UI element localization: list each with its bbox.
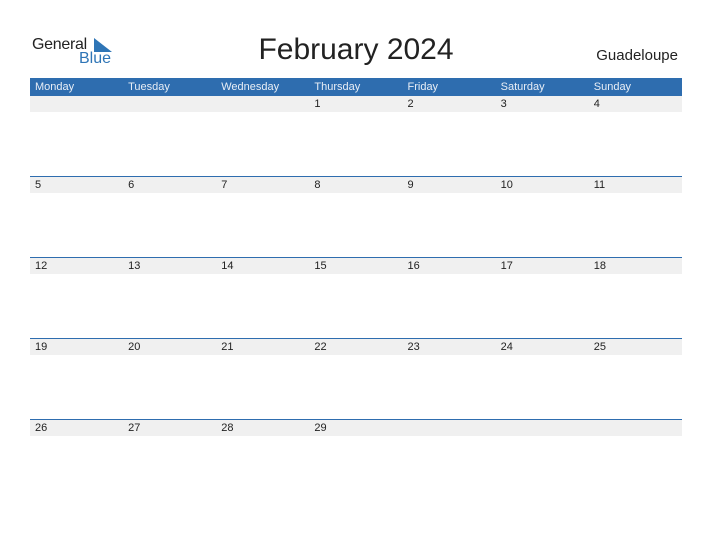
day-cell: 12 xyxy=(35,260,48,272)
day-cell: 14 xyxy=(221,260,234,272)
day-cell: 5 xyxy=(35,179,42,191)
day-cell: 15 xyxy=(314,260,327,272)
day-cell: 9 xyxy=(407,179,414,191)
day-cell: 10 xyxy=(500,179,513,191)
day-cell: 17 xyxy=(500,260,513,272)
date-strip: 12 13 14 15 16 17 18 xyxy=(30,258,682,274)
day-cell: 26 xyxy=(35,422,48,434)
day-cell: 3 xyxy=(500,98,507,110)
day-cell: 20 xyxy=(128,341,141,353)
weekday-sunday: Sunday xyxy=(593,81,632,93)
date-strip: 19 20 21 22 23 24 25 xyxy=(30,339,682,355)
day-cell xyxy=(589,420,682,436)
day-cell: 8 xyxy=(314,179,321,191)
day-cell xyxy=(30,96,123,112)
day-cell: 16 xyxy=(407,260,420,272)
day-cell: 7 xyxy=(221,179,228,191)
day-cell xyxy=(216,96,309,112)
day-cell: 19 xyxy=(35,341,48,353)
day-cell: 27 xyxy=(128,422,141,434)
weekday-tuesday: Tuesday xyxy=(128,81,170,93)
week-row: 12 13 14 15 16 17 18 xyxy=(30,257,682,339)
day-cell: 11 xyxy=(593,179,606,191)
date-strip: 1 2 3 4 xyxy=(30,96,682,112)
day-cell: 4 xyxy=(593,98,600,110)
day-cell: 23 xyxy=(407,341,420,353)
day-cell: 18 xyxy=(593,260,606,272)
day-cell: 24 xyxy=(500,341,513,353)
weekday-saturday: Saturday xyxy=(500,81,545,93)
weekday-thursday: Thursday xyxy=(314,81,361,93)
week-row: 5 6 7 8 9 10 11 xyxy=(30,176,682,258)
weekday-friday: Friday xyxy=(407,81,439,93)
day-cell: 28 xyxy=(221,422,234,434)
weekday-monday: Monday xyxy=(35,81,75,93)
day-cell: 6 xyxy=(128,179,135,191)
day-cell xyxy=(496,420,589,436)
day-cell: 22 xyxy=(314,341,327,353)
day-cell: 29 xyxy=(314,422,327,434)
day-cell: 21 xyxy=(221,341,234,353)
weekday-wednesday: Wednesday xyxy=(221,81,280,93)
day-cell: 1 xyxy=(314,98,321,110)
country-label: Guadeloupe xyxy=(596,47,678,64)
day-cell xyxy=(403,420,496,436)
day-cell xyxy=(123,96,216,112)
week-row: 26 27 28 29 xyxy=(30,419,682,501)
day-cell: 2 xyxy=(407,98,414,110)
date-strip: 26 27 28 29 xyxy=(30,420,682,436)
week-row: 19 20 21 22 23 24 25 xyxy=(30,338,682,420)
date-strip: 5 6 7 8 9 10 11 xyxy=(30,177,682,193)
day-cell: 13 xyxy=(128,260,141,272)
weekday-header: Monday Tuesday Wednesday Thursday Friday… xyxy=(30,78,682,96)
day-cell: 25 xyxy=(593,341,606,353)
week-row: 1 2 3 4 xyxy=(30,96,682,177)
